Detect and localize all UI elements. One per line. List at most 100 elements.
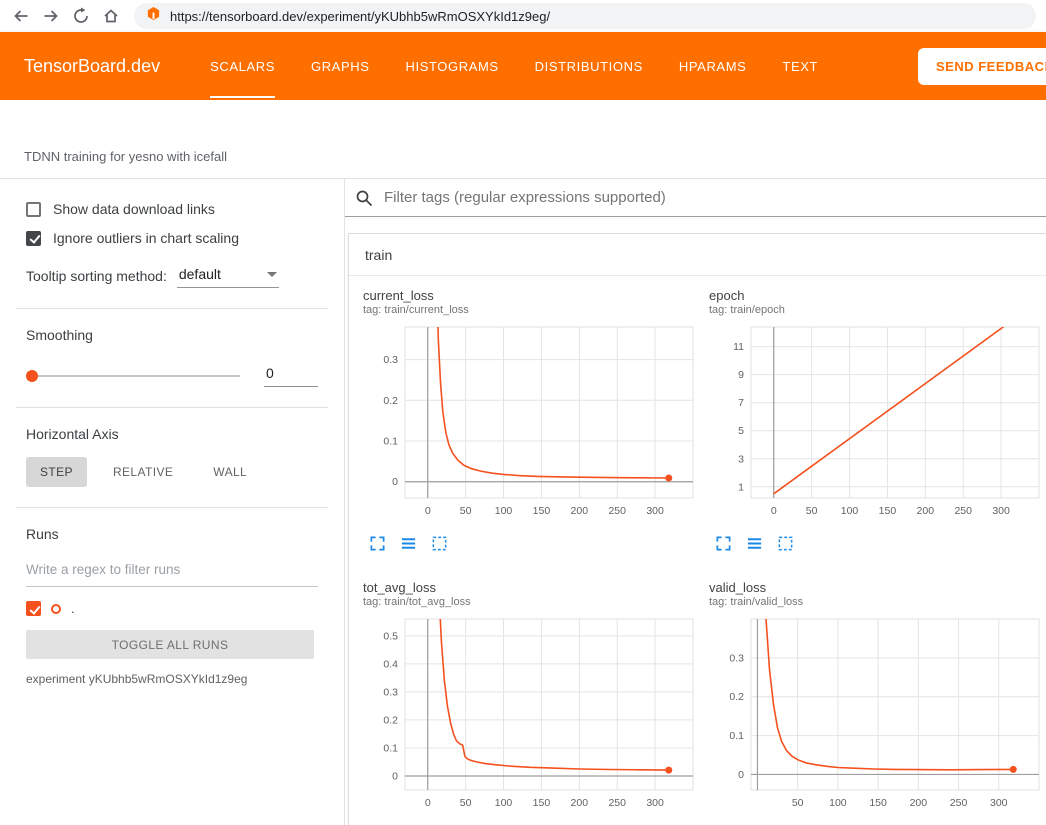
scalar-chart-valid_loss: valid_losstag: train/valid_loss501001502… [707,580,1046,825]
svg-text:0: 0 [425,505,431,517]
svg-text:50: 50 [806,505,818,517]
fit-domain-icon[interactable] [777,535,794,552]
divider [16,507,328,508]
experiment-id-label: experiment yKUbhb5wRmOSXYkId1z9eg [26,672,318,686]
chart-title: valid_loss [709,580,1046,595]
chart-canvas-tot_avg_loss[interactable]: 05010015020025030000.10.20.30.40.5 [361,614,701,814]
address-bar[interactable]: https://tensorboard.dev/experiment/yKUbh… [134,3,1036,29]
show-download-links-checkbox[interactable]: Show data download links [26,201,318,217]
svg-text:100: 100 [841,505,859,517]
run-checkbox[interactable] [26,601,41,616]
chart-title: tot_avg_loss [363,580,701,595]
svg-text:50: 50 [792,797,804,809]
expand-chart-icon[interactable] [369,535,386,552]
svg-text:0.2: 0.2 [729,691,744,703]
svg-text:0: 0 [392,770,398,782]
chart-tag: tag: train/epoch [709,304,1046,316]
checkbox-label: Show data download links [53,201,215,217]
ignore-outliers-checkbox[interactable]: Ignore outliers in chart scaling [26,230,318,246]
main-panel: Filter tags (regular expressions support… [345,179,1046,825]
search-icon [355,189,373,207]
tab-graphs[interactable]: GRAPHS [311,32,370,100]
axis-wall-button[interactable]: WALL [199,457,261,487]
tooltip-sorting-select[interactable]: default [177,264,279,288]
slider-thumb[interactable] [26,370,38,382]
home-icon[interactable] [98,3,124,29]
chart-tag: tag: train/valid_loss [709,596,1046,608]
browser-chrome: https://tensorboard.dev/experiment/yKUbh… [0,0,1046,32]
svg-text:250: 250 [950,797,968,809]
axis-step-button[interactable]: STEP [26,457,87,487]
svg-text:0.5: 0.5 [383,630,398,642]
axis-relative-button[interactable]: RELATIVE [99,457,187,487]
svg-text:0.3: 0.3 [729,652,744,664]
experiment-title-bar: TDNN training for yesno with icefall [0,100,1046,178]
svg-text:200: 200 [571,505,589,517]
run-name: . [71,601,75,616]
runs-filter-input[interactable]: Write a regex to filter runs [26,562,318,587]
checkbox-checked-icon [26,231,41,246]
svg-text:200: 200 [571,797,589,809]
svg-text:250: 250 [608,505,626,517]
smoothing-row: 0 [26,365,318,387]
smoothing-value-input[interactable]: 0 [264,365,318,387]
svg-text:0.1: 0.1 [383,436,398,448]
svg-text:0: 0 [392,476,398,488]
experiment-title: TDNN training for yesno with icefall [24,149,227,164]
svg-text:0.2: 0.2 [383,714,398,726]
svg-text:200: 200 [910,797,928,809]
svg-text:150: 150 [533,505,551,517]
data-table-icon[interactable] [746,535,763,552]
run-row[interactable]: . [26,601,318,616]
tag-group-header[interactable]: train [349,234,1046,276]
tab-scalars[interactable]: SCALARS [210,32,275,100]
tab-histograms[interactable]: HISTOGRAMS [406,32,499,100]
chart-tag: tag: train/tot_avg_loss [363,596,701,608]
horizontal-axis-buttons: STEP RELATIVE WALL [26,457,318,487]
tab-hparams[interactable]: HPARAMS [679,32,747,100]
brand-logo[interactable]: TensorBoard.dev [24,56,160,77]
slider-track [28,375,240,377]
svg-text:0.3: 0.3 [383,354,398,366]
checkbox-label: Ignore outliers in chart scaling [53,230,239,246]
svg-text:0.1: 0.1 [383,742,398,754]
svg-text:250: 250 [954,505,972,517]
tab-distributions[interactable]: DISTRIBUTIONS [535,32,643,100]
chart-title: current_loss [363,288,701,303]
reload-icon[interactable] [68,3,94,29]
tooltip-sorting-label: Tooltip sorting method: [26,268,167,284]
divider [16,407,328,408]
expand-chart-icon[interactable] [715,535,732,552]
data-table-icon[interactable] [400,535,417,552]
app-header: TensorBoard.dev SCALARS GRAPHS HISTOGRAMS D… [0,32,1046,100]
svg-text:0: 0 [771,505,777,517]
send-feedback-button[interactable]: SEND FEEDBACK [918,48,1046,85]
fit-domain-icon[interactable] [431,535,448,552]
svg-text:0.1: 0.1 [729,730,744,742]
svg-text:150: 150 [879,505,897,517]
chevron-down-icon [267,272,277,277]
svg-text:5: 5 [738,425,744,437]
toggle-all-runs-button[interactable]: TOGGLE ALL RUNS [26,630,314,659]
chart-title: epoch [709,288,1046,303]
tooltip-sorting-row: Tooltip sorting method: default [26,264,318,288]
run-color-swatch [51,604,61,614]
svg-text:100: 100 [495,797,513,809]
svg-text:1: 1 [738,481,744,493]
svg-text:200: 200 [917,505,935,517]
smoothing-slider[interactable] [26,369,246,383]
tag-filter-input[interactable]: Filter tags (regular expressions support… [345,179,1046,217]
svg-text:3: 3 [738,453,744,465]
chart-canvas-epoch[interactable]: 0501001502002503001357911 [707,322,1046,522]
chart-canvas-current_loss[interactable]: 05010015020025030000.10.20.3 [361,322,701,522]
chart-canvas-valid_loss[interactable]: 5010015020025030000.10.20.3 [707,614,1046,814]
back-icon[interactable] [8,3,34,29]
tag-group-card-train: train current_losstag: train/current_los… [348,233,1046,825]
tag-group-title: train [365,247,392,263]
url-text: https://tensorboard.dev/experiment/yKUbh… [170,9,550,24]
tab-text[interactable]: TEXT [782,32,818,100]
runs-label: Runs [26,526,318,542]
tooltip-sorting-value: default [179,266,221,282]
svg-text:300: 300 [646,797,664,809]
forward-icon[interactable] [38,3,64,29]
